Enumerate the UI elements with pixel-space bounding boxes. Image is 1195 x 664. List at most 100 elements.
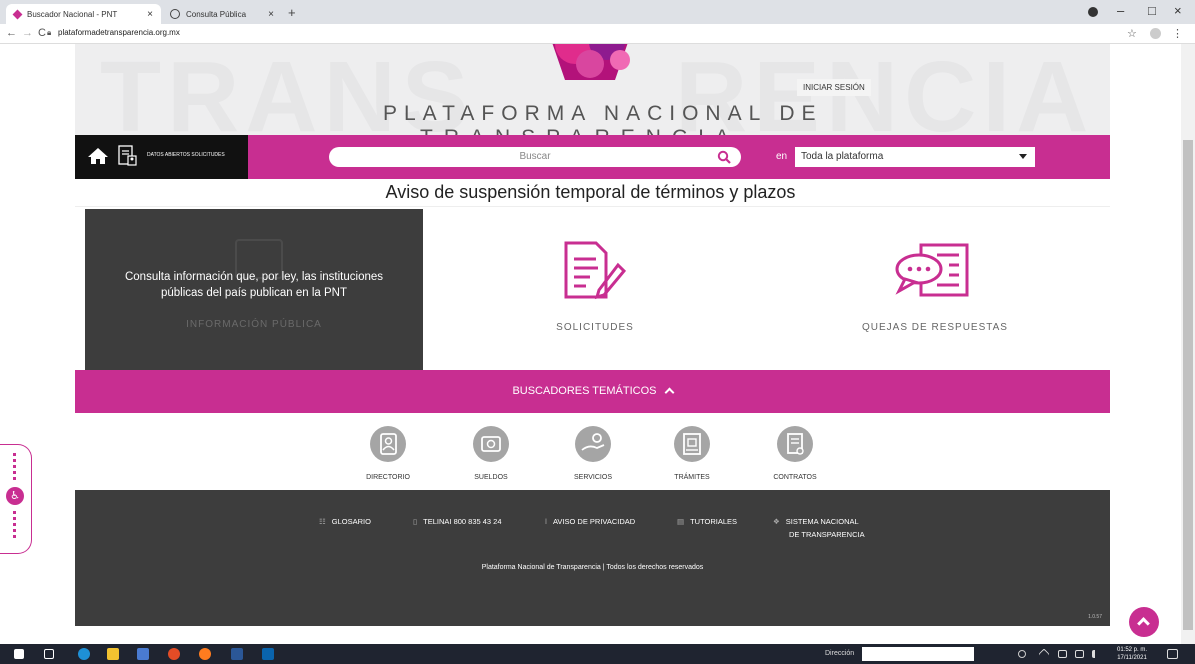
- version-label: 1.0.57: [1088, 614, 1102, 620]
- search-bar: DATOS ABIERTOS SOLICITUDES Buscar en Tod…: [75, 135, 1110, 179]
- card-title: SOLICITUDES: [556, 322, 634, 333]
- card-solicitudes[interactable]: SOLICITUDES: [425, 209, 765, 370]
- word-icon[interactable]: [231, 648, 243, 660]
- tutorial-icon: ▤: [677, 517, 685, 526]
- tab-title: Consulta Pública: [186, 9, 247, 19]
- notice-heading[interactable]: Aviso de suspensión temporal de términos…: [0, 182, 1181, 203]
- theme-label: TRÁMITES: [674, 474, 710, 481]
- system-clock[interactable]: 01:52 p. m. 17/11/2021: [1117, 646, 1147, 662]
- search-placeholder: Buscar: [519, 151, 551, 162]
- notifications-icon[interactable]: [1167, 649, 1178, 659]
- reload-icon[interactable]: C: [38, 27, 46, 39]
- pnt-favicon: [12, 9, 23, 19]
- footer-link-tutoriales[interactable]: ▤ TUTORIALES: [677, 517, 737, 526]
- monitor-icon[interactable]: [1075, 650, 1084, 658]
- clock-time: 01:52 p. m.: [1117, 647, 1148, 653]
- chrome-icon[interactable]: [168, 648, 180, 660]
- theme-contratos[interactable]: CONTRATOS: [760, 426, 830, 481]
- banner-title: PLATAFORMA NACIONAL DE: [383, 102, 823, 125]
- menu-icon[interactable]: ⋮: [1172, 27, 1183, 40]
- people-icon[interactable]: [1018, 650, 1026, 658]
- header-banner: TRANS RENCIA PLATAFORMA NACIONAL DE TRAN…: [75, 44, 1110, 136]
- tray-chevron-icon[interactable]: [1038, 648, 1050, 660]
- browser-tab-strip: Buscador Nacional - PNT × Consulta Públi…: [0, 0, 1195, 24]
- address-toolbar-input[interactable]: [862, 647, 974, 661]
- scope-value: Toda la plataforma: [801, 151, 884, 162]
- open-data-icon[interactable]: [118, 145, 138, 167]
- outlook-icon[interactable]: [262, 648, 274, 660]
- thematic-search-toggle[interactable]: BUSCADORES TEMÁTICOS: [75, 370, 1110, 413]
- contracts-icon: [777, 426, 813, 462]
- app-icon[interactable]: [137, 648, 149, 660]
- caret-down-icon: [1019, 154, 1027, 159]
- theme-servicios[interactable]: SERVICIOS: [558, 426, 628, 481]
- dots-icon: [13, 511, 16, 541]
- address-toolbar-label: Dirección: [825, 650, 855, 657]
- home-icon[interactable]: [87, 147, 109, 165]
- footer-link-privacidad[interactable]: ǀ AVISO DE PRIVACIDAD: [545, 517, 635, 526]
- close-window-button[interactable]: ×: [1174, 3, 1182, 18]
- scroll-to-top-button[interactable]: [1129, 607, 1159, 637]
- edge-icon[interactable]: [78, 648, 90, 660]
- page-viewport: TRANS RENCIA PLATAFORMA NACIONAL DE TRAN…: [0, 44, 1181, 644]
- globe-icon: [170, 9, 180, 19]
- minimize-button[interactable]: –: [1117, 3, 1124, 18]
- card-informacion-publica[interactable]: Consulta información que, por ley, las i…: [85, 209, 423, 370]
- star-icon[interactable]: ☆: [1127, 27, 1137, 40]
- scrollbar-thumb[interactable]: [1183, 140, 1193, 630]
- login-button[interactable]: INICIAR SESIÓN: [797, 79, 871, 96]
- maximize-button[interactable]: □: [1148, 3, 1156, 18]
- accessibility-icon: ♿︎: [6, 487, 24, 505]
- profile-icon[interactable]: [1088, 7, 1098, 17]
- browser-toolbar: ← → C 🔒︎ plataformadetransparencia.org.m…: [0, 24, 1195, 44]
- footer-link-snt[interactable]: ❖ SISTEMA NACIONAL: [773, 517, 859, 526]
- theme-label: SUELDOS: [474, 474, 508, 481]
- glossary-icon: ☷: [319, 517, 326, 526]
- salary-icon: [473, 426, 509, 462]
- accessibility-widget[interactable]: ♿︎: [0, 444, 32, 554]
- card-description: Consulta información que, por ley, las i…: [124, 271, 384, 299]
- file-explorer-icon[interactable]: [107, 648, 119, 660]
- chevron-up-icon: [664, 387, 674, 398]
- scope-label: en: [776, 151, 788, 162]
- card-quejas[interactable]: QUEJAS DE RESPUESTAS: [765, 209, 1105, 370]
- services-icon: [575, 426, 611, 462]
- card-title: QUEJAS DE RESPUESTAS: [862, 322, 1008, 333]
- tab-buscador-nacional[interactable]: Buscador Nacional - PNT ×: [6, 4, 161, 24]
- request-form-icon: [564, 241, 627, 300]
- theme-label: CONTRATOS: [773, 474, 817, 481]
- address-bar[interactable]: plataformadetransparencia.org.mx: [58, 28, 180, 37]
- chevron-up-icon: [1137, 617, 1150, 630]
- task-view-icon[interactable]: [44, 649, 54, 659]
- pnt-logo-icon: [552, 44, 630, 80]
- search-input[interactable]: Buscar: [329, 147, 741, 167]
- network-icon[interactable]: [1058, 650, 1067, 658]
- dots-icon: [13, 453, 16, 483]
- theme-label: SERVICIOS: [574, 474, 612, 481]
- divider: [75, 206, 1110, 207]
- datos-abiertos-link[interactable]: DATOS ABIERTOS SOLICITUDES: [147, 152, 225, 158]
- theme-label: DIRECTORIO: [366, 474, 410, 481]
- phone-icon: ▯: [413, 517, 418, 526]
- directory-icon: [370, 426, 406, 462]
- firefox-icon[interactable]: [199, 648, 211, 660]
- back-icon[interactable]: ←: [6, 27, 17, 39]
- close-tab-icon[interactable]: ×: [147, 9, 153, 20]
- theme-directorio[interactable]: DIRECTORIO: [353, 426, 423, 481]
- forward-icon[interactable]: →: [22, 27, 33, 39]
- footer-link-snt-line2[interactable]: DE TRANSPARENCIA: [789, 530, 865, 539]
- close-tab-icon[interactable]: ×: [268, 9, 274, 20]
- scope-select[interactable]: Toda la plataforma: [795, 147, 1035, 167]
- account-icon[interactable]: [1150, 28, 1161, 39]
- volume-icon[interactable]: [1092, 650, 1100, 658]
- footer-link-telinai[interactable]: ▯ TELINAI 800 835 43 24: [413, 517, 502, 526]
- copyright: Plataforma Nacional de Transparencia | T…: [481, 564, 704, 571]
- theme-sueldos[interactable]: SUELDOS: [456, 426, 526, 481]
- tab-consulta-publica[interactable]: Consulta Pública ×: [162, 4, 282, 24]
- windows-start-icon[interactable]: [14, 649, 24, 659]
- theme-tramites[interactable]: TRÁMITES: [657, 426, 727, 481]
- footer-link-glosario[interactable]: ☷ GLOSARIO: [319, 517, 371, 526]
- new-tab-button[interactable]: +: [288, 5, 296, 20]
- card-title: INFORMACIÓN PÚBLICA: [186, 319, 322, 330]
- search-icon[interactable]: [717, 150, 731, 164]
